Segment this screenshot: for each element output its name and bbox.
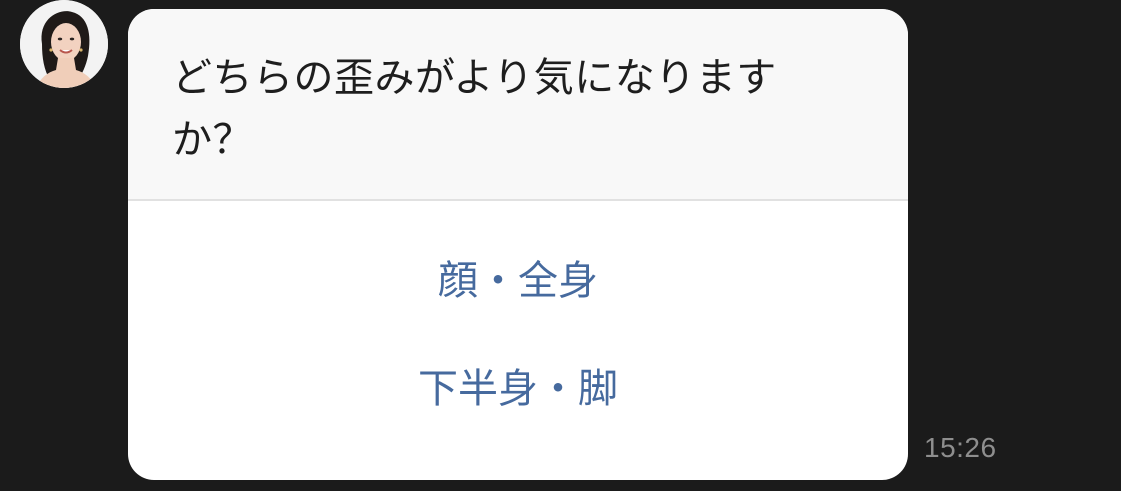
option-face-body-button[interactable]: 顔・全身 (128, 253, 908, 309)
avatar-image (20, 0, 108, 88)
question-text: どちらの歪みがより気になりますか？ (172, 55, 777, 163)
question-area: どちらの歪みがより気になりますか？ (128, 9, 908, 201)
message-timestamp: 15:26 (924, 432, 997, 463)
option-lower-body-legs-button[interactable]: 下半身・脚 (128, 361, 908, 417)
avatar[interactable] (20, 0, 108, 88)
option-list: 顔・全身 下半身・脚 (128, 201, 908, 480)
message-bubble: どちらの歪みがより気になりますか？ 顔・全身 下半身・脚 (128, 9, 908, 480)
